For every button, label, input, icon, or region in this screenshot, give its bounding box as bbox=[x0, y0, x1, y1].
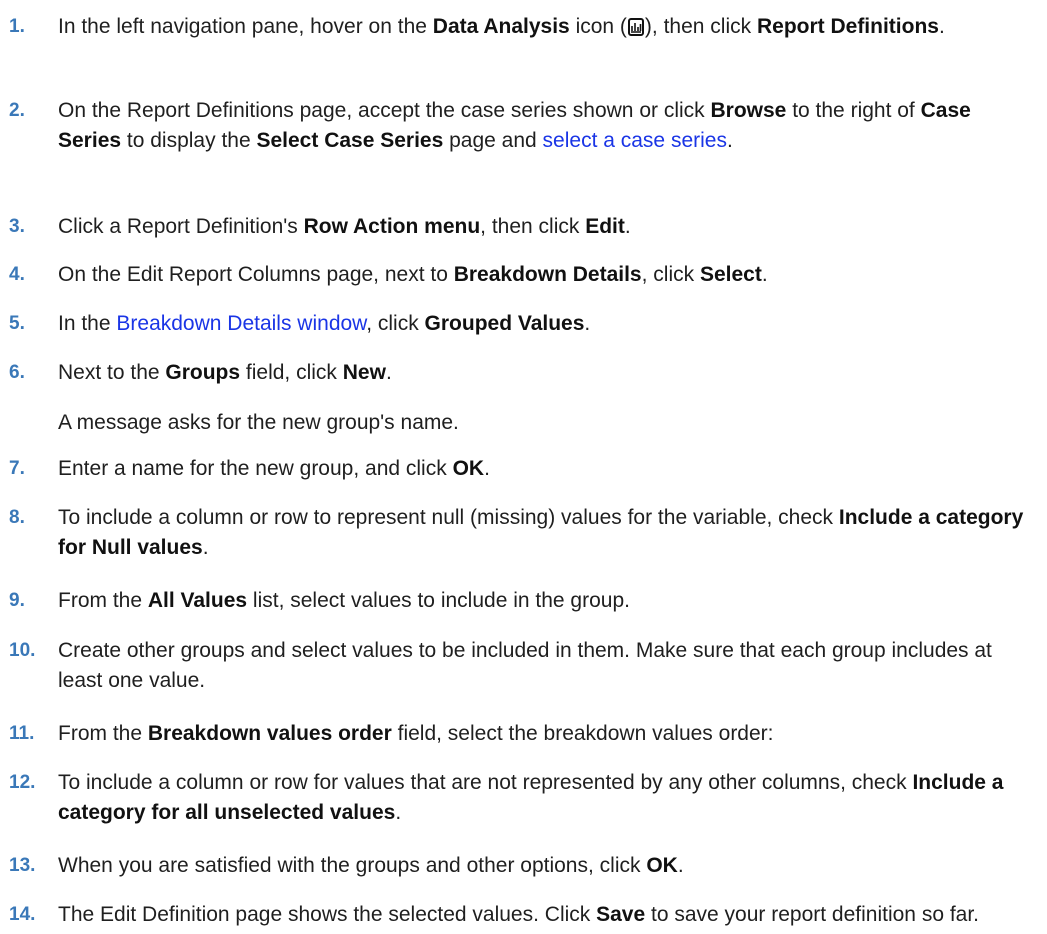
step-text-run: On the Report Definitions page, accept t… bbox=[58, 99, 711, 122]
step-text-run: icon ( bbox=[569, 15, 627, 38]
ui-term: Report Definitions bbox=[756, 15, 939, 38]
step-number: 6. bbox=[9, 362, 25, 383]
step-text: Click a Report Definition's Row Action m… bbox=[58, 212, 1039, 242]
step-text: Next to the Groups field, click New. bbox=[58, 358, 1039, 388]
step-text-run: to the right of bbox=[786, 99, 921, 122]
step-text-run: From the bbox=[58, 722, 148, 745]
step-number: 7. bbox=[9, 458, 25, 479]
step-text-run: , click bbox=[366, 312, 425, 335]
ui-term: Select Case Series bbox=[256, 129, 444, 152]
step-text-run: . bbox=[677, 854, 684, 877]
step-text: From the Breakdown values order field, s… bbox=[58, 719, 1039, 749]
step-text: To include a column or row to represent … bbox=[58, 503, 1039, 563]
step-text: To include a column or row for values th… bbox=[58, 768, 1039, 828]
step-number: 4. bbox=[9, 264, 25, 285]
step-text-run: list, select values to include in the gr… bbox=[247, 589, 630, 612]
step-text-run: To include a column or row to represent … bbox=[58, 506, 839, 529]
step-note: A message asks for the new group's name. bbox=[58, 411, 459, 434]
step-number: 5. bbox=[9, 313, 25, 334]
step-text-run: . bbox=[395, 801, 402, 824]
step-number: 9. bbox=[9, 590, 25, 611]
step-number: 14. bbox=[9, 904, 36, 925]
step-text-run: Next to the bbox=[58, 361, 166, 384]
step-text-run: Enter a name for the new group, and clic… bbox=[58, 457, 453, 480]
step-text-run: . bbox=[484, 457, 490, 480]
ui-term: New bbox=[342, 361, 386, 384]
ui-term: Data Analysis bbox=[432, 15, 570, 38]
step-text: From the All Values list, select values … bbox=[58, 586, 1039, 616]
step-number: 11. bbox=[9, 723, 35, 744]
step-text: On the Edit Report Columns page, next to… bbox=[58, 260, 1039, 290]
ui-term: Select bbox=[699, 263, 762, 286]
step-text-run: field, click bbox=[240, 361, 343, 384]
ui-term: Breakdown values order bbox=[147, 722, 392, 745]
step-text-run: From the bbox=[58, 589, 148, 612]
step-text: In the Breakdown Details window, click G… bbox=[58, 309, 1039, 339]
ui-term: Breakdown Details bbox=[453, 263, 642, 286]
ui-term: Grouped Values bbox=[424, 312, 585, 335]
step-text-run: , then click bbox=[480, 215, 586, 238]
step-text-run: field, select the breakdown values order… bbox=[391, 722, 774, 745]
step-number: 13. bbox=[9, 855, 36, 876]
ui-term: Row Action menu bbox=[303, 215, 481, 238]
ui-term: OK bbox=[646, 854, 678, 877]
step-text-run: In the left navigation pane, hover on th… bbox=[58, 15, 433, 38]
step-text-run: . bbox=[202, 536, 209, 559]
step-text-run: . bbox=[726, 129, 733, 152]
step-text-run: , click bbox=[641, 263, 700, 286]
step-number: 12. bbox=[9, 772, 36, 793]
procedure-document: 1. In the left navigation pane, hover on … bbox=[0, 0, 1047, 934]
step-text-run: To include a column or row for values th… bbox=[58, 771, 913, 794]
step-text-run: . bbox=[584, 312, 591, 335]
step-text-run: When you are satisfied with the groups a… bbox=[58, 854, 647, 877]
ui-term: All Values bbox=[147, 589, 248, 612]
step-text-run: page and bbox=[443, 129, 543, 152]
step-text: In the left navigation pane, hover on th… bbox=[58, 12, 1039, 42]
data-analysis-icon bbox=[627, 18, 644, 36]
step-text-run: . bbox=[624, 215, 631, 238]
step-text-run: Create other groups and select values to… bbox=[58, 639, 992, 692]
inline-link[interactable]: Breakdown Details window bbox=[116, 312, 366, 335]
step-text-run: . bbox=[761, 263, 768, 286]
ui-term: Edit bbox=[585, 215, 625, 238]
ui-term: Groups bbox=[165, 361, 241, 384]
step-text: Enter a name for the new group, and clic… bbox=[58, 454, 1039, 484]
step-text-run: In the bbox=[58, 312, 117, 335]
step-text-run: Click a Report Definition's bbox=[58, 215, 304, 238]
ui-term: OK bbox=[452, 457, 485, 480]
step-text-run: to save your report definition so far. bbox=[645, 903, 980, 926]
step-number: 8. bbox=[9, 507, 25, 528]
step-number: 10. bbox=[9, 640, 36, 661]
step-text-run: . bbox=[938, 15, 945, 38]
step-text: When you are satisfied with the groups a… bbox=[58, 851, 1039, 881]
step-text-run: On the Edit Report Columns page, next to bbox=[58, 263, 454, 286]
step-number: 2. bbox=[9, 100, 25, 121]
step-text-run: to display the bbox=[121, 129, 257, 152]
step-text: On the Report Definitions page, accept t… bbox=[58, 96, 1039, 156]
inline-link[interactable]: select a case series bbox=[543, 129, 727, 152]
ui-term: Save bbox=[596, 903, 646, 926]
step-number: 1. bbox=[9, 16, 25, 37]
step-text: The Edit Definition page shows the selec… bbox=[58, 900, 1039, 930]
step-text-run: . bbox=[385, 361, 392, 384]
step-text-run: The Edit Definition page shows the selec… bbox=[58, 903, 597, 926]
step-text-run: ), then click bbox=[644, 15, 757, 38]
step-text: Create other groups and select values to… bbox=[58, 636, 1039, 696]
ui-term: Browse bbox=[710, 99, 787, 122]
step-number: 3. bbox=[9, 216, 25, 237]
